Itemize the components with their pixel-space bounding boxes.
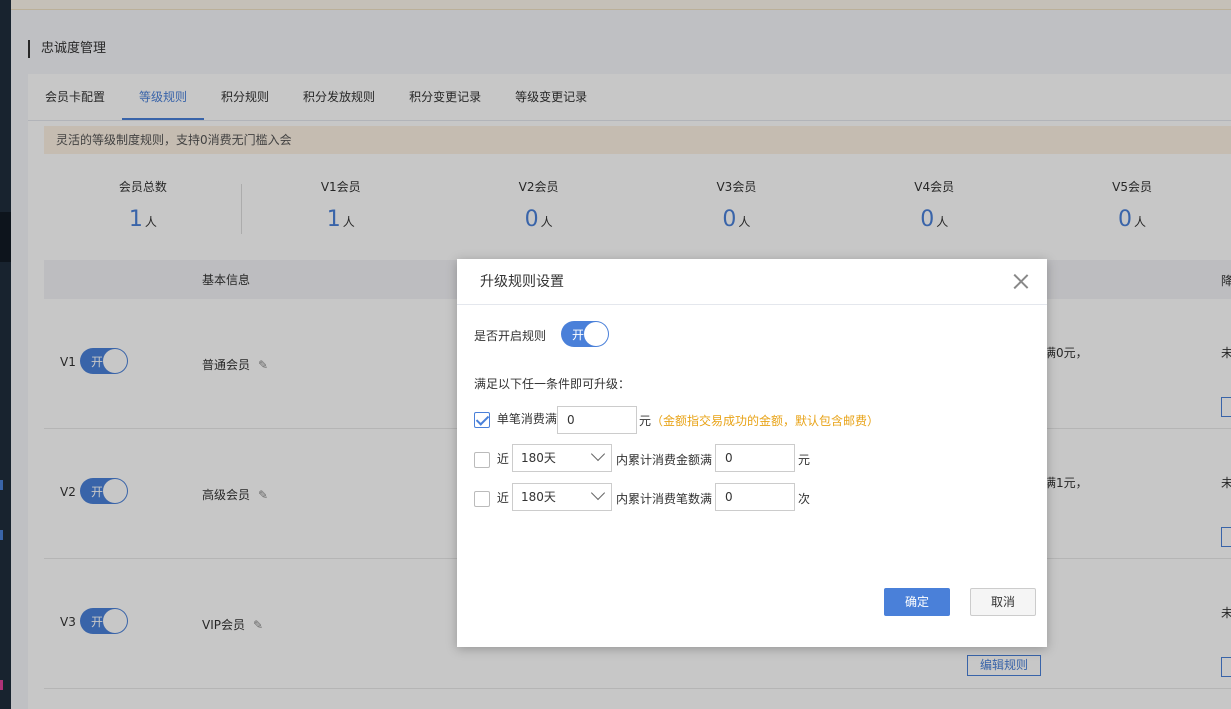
chevron-down-icon [590, 485, 606, 501]
rule1-label: 单笔消费满 [496, 412, 557, 426]
rule3-unit: 次 [798, 492, 811, 506]
upgrade-rule-dialog: 升级规则设置 是否开启规则 开 满足以下任一条件即可升级： 单笔消费满 0 元（… [457, 259, 1047, 647]
rule1-checkbox[interactable] [474, 411, 490, 428]
rule2-middle: 内累计消费金额满 [616, 453, 713, 467]
rule3-prefix: 近 [496, 491, 509, 505]
rule3-checkbox[interactable] [474, 490, 490, 507]
rule2-unit: 元 [798, 453, 811, 467]
rule2-period-select[interactable]: 180天 [512, 444, 612, 472]
rule1-unit: 元 [639, 414, 652, 428]
cancel-button[interactable]: 取消 [970, 588, 1036, 616]
rule3-middle: 内累计消费笔数满 [616, 492, 713, 506]
dialog-title: 升级规则设置 [480, 274, 564, 290]
close-icon[interactable] [1013, 273, 1029, 289]
rule3-period-select[interactable]: 180天 [512, 483, 612, 511]
chevron-down-icon [590, 446, 606, 462]
condition-label: 满足以下任一条件即可升级： [474, 377, 631, 391]
enable-rule-toggle[interactable]: 开 [561, 321, 609, 347]
enable-rule-label: 是否开启规则 [474, 329, 547, 343]
rule2-prefix: 近 [496, 452, 509, 466]
single-purchase-amount-input[interactable]: 0 [557, 406, 637, 434]
cumulative-amount-input[interactable]: 0 [715, 444, 795, 472]
confirm-button[interactable]: 确定 [884, 588, 950, 616]
rule1-hint: （金额指交易成功的金额，默认包含邮费） [651, 414, 880, 428]
rule2-checkbox[interactable] [474, 451, 490, 468]
cumulative-count-input[interactable]: 0 [715, 483, 795, 511]
